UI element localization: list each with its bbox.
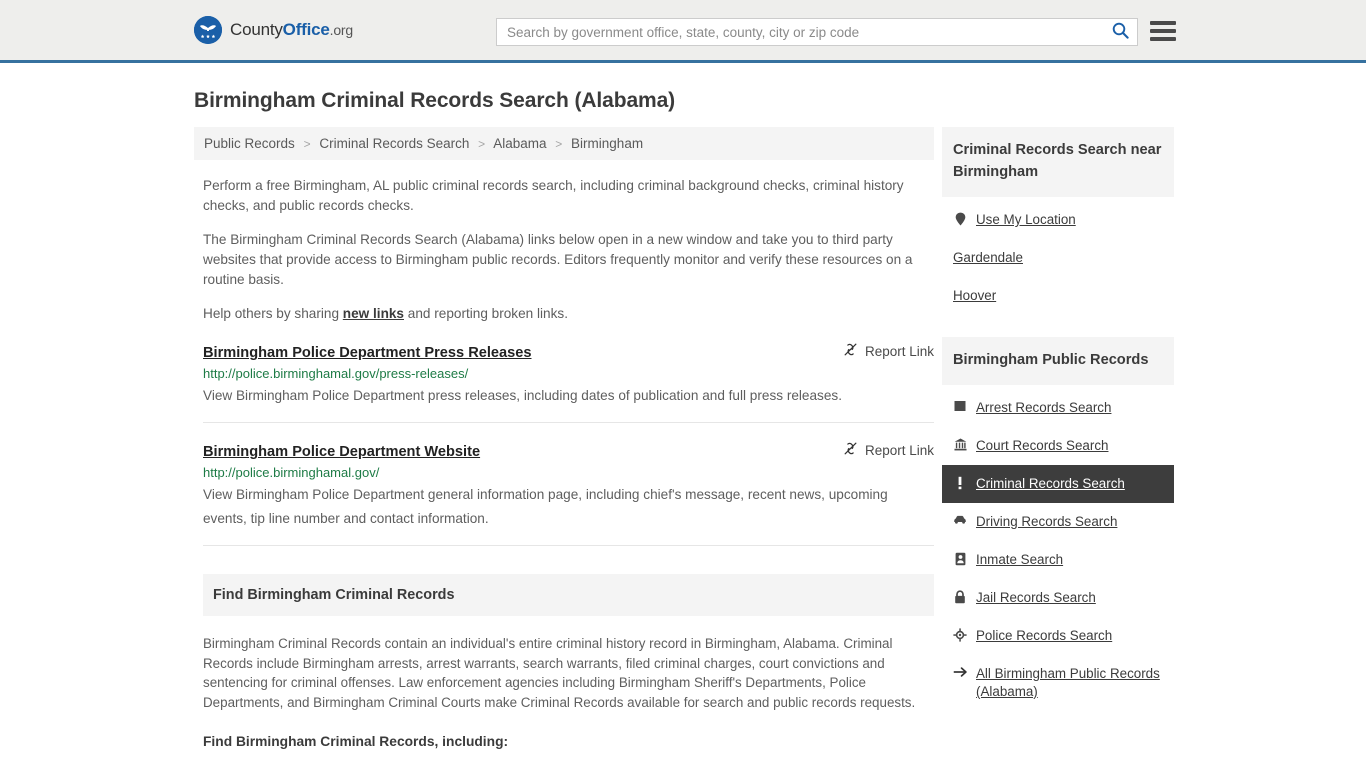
sidebar-nearby-list: Use My Location Gardendale Hoover [942, 201, 1174, 315]
breadcrumb-item-birmingham[interactable]: Birmingham [571, 136, 643, 151]
result-title-link[interactable]: Birmingham Police Department Press Relea… [203, 345, 532, 361]
hamburger-menu-icon[interactable] [1150, 19, 1176, 43]
police-badge-icon [953, 628, 967, 642]
sidebar-item-driving-records-search[interactable]: Driving Records Search [942, 503, 1174, 541]
find-records-body: Birmingham Criminal Records contain an i… [194, 634, 934, 752]
sidebar-item-jail-records-search[interactable]: Jail Records Search [942, 579, 1174, 617]
intro-text: Perform a free Birmingham, AL public cri… [194, 176, 934, 324]
result-item: Birmingham Police Department Website Rep… [203, 441, 934, 546]
sidebar-item-label: Arrest Records Search [976, 400, 1112, 415]
page-container: Birmingham Criminal Records Search (Alab… [0, 89, 1366, 752]
find-records-paragraph: Birmingham Criminal Records contain an i… [203, 636, 916, 710]
search-icon [1112, 22, 1129, 42]
find-records-subheading: Find Birmingham Criminal Records, includ… [203, 734, 509, 749]
search-bar[interactable] [496, 18, 1138, 46]
logo-text-org: .org [329, 22, 354, 38]
result-header: Birmingham Police Department Website Rep… [203, 441, 934, 461]
logo-text-county: County [230, 20, 283, 39]
breadcrumb-separator: > [555, 137, 563, 151]
site-logo-text: CountyOffice.org [230, 20, 353, 40]
main-column: Public Records > Criminal Records Search… [194, 127, 934, 752]
sidebar-item-arrest-records-search[interactable]: Arrest Records Search [942, 389, 1174, 427]
sidebar-item-label: Gardendale [953, 250, 1023, 265]
sidebar-item-label: Driving Records Search [976, 514, 1118, 529]
result-url: http://police.birminghamal.gov/ [203, 465, 380, 480]
intro-p3-after: and reporting broken links. [404, 306, 568, 321]
find-records-heading: Find Birmingham Criminal Records [203, 574, 934, 616]
sidebar-item-label: Inmate Search [976, 552, 1064, 567]
breadcrumb: Public Records > Criminal Records Search… [194, 127, 934, 160]
sidebar: Criminal Records Search near Birmingham … [942, 127, 1174, 711]
sidebar-item-criminal-records-search[interactable]: Criminal Records Search [942, 465, 1174, 503]
intro-paragraph-1: Perform a free Birmingham, AL public cri… [203, 178, 904, 213]
report-link-button[interactable]: Report Link [843, 441, 934, 459]
search-button[interactable] [1103, 19, 1137, 45]
car-icon [953, 514, 967, 525]
sidebar-item-label: All Birmingham Public Records (Alabama) [976, 666, 1160, 699]
sidebar-public-records-list: Arrest Records Search Court Records Sear… [942, 389, 1174, 711]
report-link-label: Report Link [864, 343, 934, 359]
page-title: Birmingham Criminal Records Search (Alab… [194, 89, 676, 112]
intro-p3-before: Help others by sharing [203, 306, 343, 321]
search-input[interactable] [497, 19, 1103, 45]
arrow-right-icon [953, 666, 967, 678]
sidebar-item-label: Police Records Search [976, 628, 1113, 643]
result-url: http://police.birminghamal.gov/press-rel… [203, 366, 469, 381]
result-item: Birmingham Police Department Press Relea… [203, 342, 934, 423]
menu-bar-2 [1150, 29, 1176, 33]
result-description: View Birmingham Police Department genera… [203, 487, 888, 526]
intro-paragraph-3: Help others by sharing new links and rep… [203, 304, 921, 324]
sidebar-item-use-my-location[interactable]: Use My Location [942, 201, 1174, 239]
menu-bar-1 [1150, 21, 1176, 25]
site-header: CountyOffice.org [0, 0, 1366, 63]
report-link-label: Report Link [864, 442, 934, 458]
result-description: View Birmingham Police Department press … [203, 388, 842, 403]
broken-link-icon [843, 342, 858, 360]
exclamation-icon [953, 476, 967, 490]
sidebar-item-hoover[interactable]: Hoover [942, 277, 1174, 315]
eagle-stars-icon [194, 16, 222, 44]
breadcrumb-item-public-records[interactable]: Public Records [204, 136, 295, 151]
breadcrumb-item-alabama[interactable]: Alabama [493, 136, 546, 151]
result-title-link[interactable]: Birmingham Police Department Website [203, 444, 480, 460]
sidebar-item-label: Court Records Search [976, 438, 1109, 453]
content-columns: Public Records > Criminal Records Search… [194, 127, 1174, 752]
sidebar-public-records-block: Birmingham Public Records Arrest Records… [942, 337, 1174, 711]
breadcrumb-item-criminal-records-search[interactable]: Criminal Records Search [319, 136, 469, 151]
intro-paragraph-2: The Birmingham Criminal Records Search (… [203, 232, 913, 287]
courthouse-icon [953, 438, 967, 451]
square-icon [953, 400, 967, 412]
new-links-link[interactable]: new links [343, 306, 404, 321]
sidebar-item-all-birmingham-public-records[interactable]: All Birmingham Public Records (Alabama) [942, 655, 1174, 711]
sidebar-nearby-heading: Criminal Records Search near Birmingham [942, 127, 1174, 197]
sidebar-item-gardendale[interactable]: Gardendale [942, 239, 1174, 277]
sidebar-item-label: Use My Location [976, 212, 1076, 227]
logo-text-office: Office [282, 20, 330, 39]
map-pin-icon [953, 212, 967, 226]
menu-bar-3 [1150, 37, 1176, 41]
sidebar-item-label: Hoover [953, 288, 997, 303]
result-header: Birmingham Police Department Press Relea… [203, 342, 934, 362]
sidebar-item-label: Criminal Records Search [976, 476, 1125, 491]
report-link-button[interactable]: Report Link [843, 342, 934, 360]
id-badge-icon [953, 552, 967, 566]
padlock-icon [953, 590, 967, 604]
breadcrumb-separator: > [478, 137, 486, 151]
sidebar-item-inmate-search[interactable]: Inmate Search [942, 541, 1174, 579]
sidebar-public-records-heading: Birmingham Public Records [942, 337, 1174, 385]
sidebar-item-police-records-search[interactable]: Police Records Search [942, 617, 1174, 655]
breadcrumb-separator: > [303, 137, 311, 151]
broken-link-icon [843, 441, 858, 459]
sidebar-item-label: Jail Records Search [976, 590, 1096, 605]
sidebar-item-court-records-search[interactable]: Court Records Search [942, 427, 1174, 465]
site-logo[interactable]: CountyOffice.org [194, 16, 353, 44]
